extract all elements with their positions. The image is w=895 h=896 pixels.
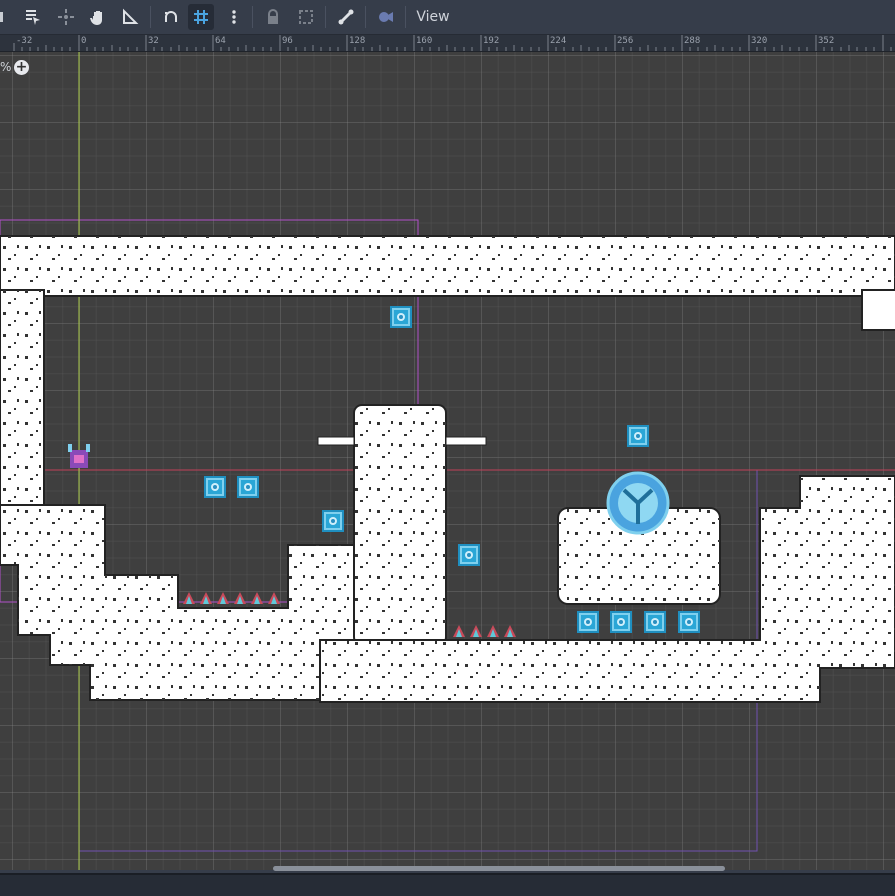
bottom-panel-bar bbox=[0, 873, 895, 896]
horizontal-scrollbar[interactable] bbox=[273, 866, 725, 871]
move-dots-icon[interactable] bbox=[53, 4, 79, 30]
ruler-label: 0 bbox=[81, 36, 87, 46]
ruler-icon[interactable] bbox=[117, 4, 143, 30]
exit-portal[interactable] bbox=[606, 471, 670, 535]
snap-icon[interactable] bbox=[158, 4, 184, 30]
group-icon[interactable] bbox=[293, 4, 319, 30]
crate bbox=[610, 611, 632, 633]
center-pillar-tiles[interactable] bbox=[353, 404, 447, 646]
ruler-label: 160 bbox=[416, 36, 433, 46]
crate bbox=[204, 476, 226, 498]
ruler-label: 256 bbox=[617, 36, 634, 46]
zoom-in-icon[interactable]: + bbox=[14, 60, 29, 75]
select-list-icon[interactable] bbox=[20, 4, 46, 30]
toolbar-edge-icon bbox=[0, 4, 6, 30]
ruler-label: 224 bbox=[550, 36, 567, 46]
zoom-percent-label[interactable]: % bbox=[0, 60, 11, 74]
view-menu-button[interactable]: View bbox=[410, 4, 456, 30]
crate bbox=[627, 425, 649, 447]
ruler-label: 128 bbox=[349, 36, 366, 46]
canvas-toolbar: View bbox=[0, 0, 895, 35]
crate bbox=[458, 544, 480, 566]
level-canvas bbox=[0, 52, 895, 870]
ceiling-tiles[interactable] bbox=[0, 235, 895, 531]
bone-icon[interactable] bbox=[333, 4, 359, 30]
horizontal-ruler[interactable]: -32 0 32 64 96 128 160 192 224 256 288 3… bbox=[0, 35, 895, 52]
ruler-label: 192 bbox=[483, 36, 500, 46]
ruler-label: 32 bbox=[148, 36, 159, 46]
crate bbox=[644, 611, 666, 633]
ruler-label: 96 bbox=[282, 36, 293, 46]
ruler-label: 288 bbox=[684, 36, 701, 46]
crate bbox=[322, 510, 344, 532]
hand-icon[interactable] bbox=[85, 4, 111, 30]
crate bbox=[577, 611, 599, 633]
camera-icon[interactable] bbox=[373, 4, 399, 30]
kebab-icon[interactable] bbox=[221, 4, 247, 30]
ruler-label: -32 bbox=[16, 36, 33, 46]
ruler-label: 320 bbox=[751, 36, 768, 46]
ruler-label: 64 bbox=[215, 36, 226, 46]
canvas-viewport[interactable]: % + bbox=[0, 52, 895, 870]
left-ground-tiles[interactable] bbox=[0, 504, 357, 701]
ruler-label: 352 bbox=[818, 36, 835, 46]
grid-snap-icon[interactable] bbox=[188, 4, 214, 30]
crate bbox=[237, 476, 259, 498]
lock-icon[interactable] bbox=[260, 4, 286, 30]
crate bbox=[390, 306, 412, 328]
crate bbox=[678, 611, 700, 633]
